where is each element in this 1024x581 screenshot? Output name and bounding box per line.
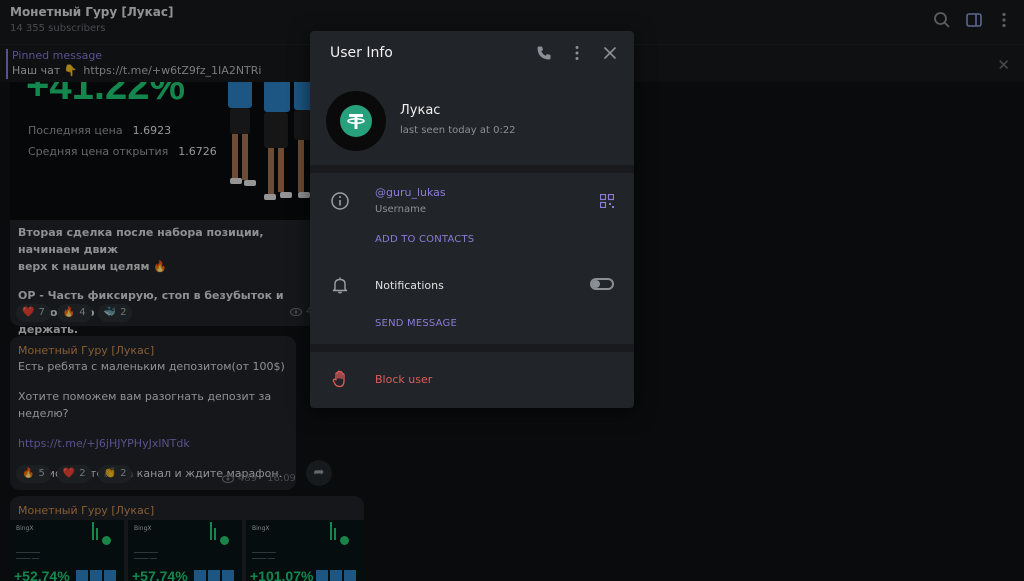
send-message-button[interactable]: SEND MESSAGE — [375, 318, 457, 329]
hand-icon — [332, 370, 345, 388]
notifications-toggle[interactable] — [590, 278, 614, 290]
username-label: Username — [375, 204, 426, 215]
section-divider — [310, 165, 634, 173]
dialog-title: User Info — [330, 45, 393, 61]
tether-logo — [340, 105, 372, 137]
user-info-dialog: User Info Лукас last seen today at 0:22 … — [310, 31, 634, 408]
qr-code-icon[interactable] — [600, 194, 614, 208]
username-value[interactable]: @guru_lukas — [375, 186, 446, 199]
user-name: Лукас — [400, 103, 441, 118]
toggle-knob — [592, 280, 600, 288]
info-icon — [331, 192, 349, 210]
close-icon[interactable] — [601, 44, 619, 62]
section-divider — [310, 344, 634, 352]
phone-icon[interactable] — [535, 44, 553, 62]
more-icon[interactable] — [568, 44, 586, 62]
add-to-contacts-button[interactable]: ADD TO CONTACTS — [375, 234, 474, 245]
notifications-label: Notifications — [375, 279, 444, 292]
avatar[interactable] — [326, 91, 386, 151]
block-user-button[interactable]: Block user — [375, 373, 432, 386]
bell-icon — [332, 277, 348, 294]
last-seen: last seen today at 0:22 — [400, 125, 516, 136]
